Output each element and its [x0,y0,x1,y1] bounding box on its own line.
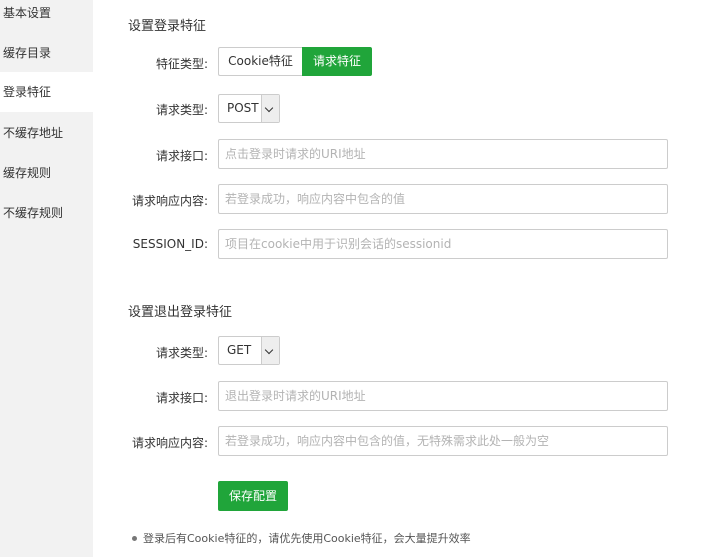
logout-api-input[interactable] [218,381,668,411]
tip-text: 登录后有Cookie特征的，请优先使用Cookie特征，会大量提升效率 [143,532,471,545]
sidebar-item-basic-settings[interactable]: 基本设置 [0,0,93,40]
logout-api-label: 请求接口: [155,391,208,405]
sidebar-item-cache-rules[interactable]: 缓存规则 [0,160,93,200]
request-feature-button[interactable]: 请求特征 [302,47,372,76]
login-response-input[interactable] [218,184,668,214]
logout-request-type-label: 请求类型: [155,346,208,360]
bullet-icon [132,536,137,541]
logout-response-label: 请求响应内容: [131,436,208,450]
session-id-label: SESSION_ID: [132,237,208,251]
sidebar-item-no-cache-rules[interactable]: 不缓存规则 [0,200,93,240]
login-request-type-value: POST [227,101,259,115]
login-response-label: 请求响应内容: [131,194,208,208]
login-request-type-select[interactable]: POST [218,94,280,123]
login-api-input[interactable] [218,139,668,169]
chevron-down-icon [261,337,279,364]
login-section-title: 设置登录特征 [128,19,207,34]
sidebar-item-login-features[interactable]: 登录特征 [0,72,93,112]
sidebar: 基本设置 缓存目录 登录特征 不缓存地址 缓存规则 不缓存规则 [0,0,93,557]
cookie-feature-button[interactable]: Cookie特征 [218,47,302,76]
login-request-type-label: 请求类型: [155,103,208,117]
session-id-input[interactable] [218,229,668,259]
chevron-down-icon [261,95,279,122]
save-config-button[interactable]: 保存配置 [218,481,288,511]
logout-response-input[interactable] [218,426,668,456]
logout-section-title: 设置退出登录特征 [128,305,233,320]
logout-request-type-select[interactable]: GET [218,336,280,365]
sidebar-item-no-cache-urls[interactable]: 不缓存地址 [0,120,93,160]
feature-type-label: 特征类型: [155,57,208,71]
logout-request-type-value: GET [227,343,252,357]
login-api-label: 请求接口: [155,149,208,163]
